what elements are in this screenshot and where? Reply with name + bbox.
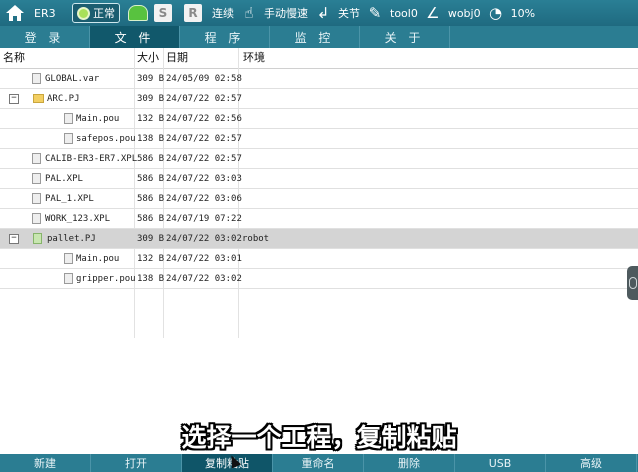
main-tab-bar: 登 录 文 件 程 序 监 控 关 于 [0,26,638,48]
robot-name[interactable]: ER3 [30,0,70,26]
tool-label[interactable]: tool0 [386,0,422,26]
file-size: 138 B [137,134,165,144]
wobj-label[interactable]: wobj0 [444,0,485,26]
usb-button[interactable]: USB [455,454,546,472]
collapse-toggle[interactable]: − [9,94,19,104]
table-row[interactable]: Main.pou 132 B 24/07/22 02:56 [0,109,638,129]
file-name: gripper.pou [76,274,136,284]
file-name: safepos.pou [76,134,136,144]
file-name: Main.pou [76,114,120,124]
file-name: WORK_123.XPL [45,214,111,224]
file-size: 138 B [137,274,165,284]
file-size: 586 B [137,214,165,224]
joint-icon[interactable]: ↲ [312,3,334,23]
table-row[interactable]: gripper.pou 138 B 24/07/22 03:02 [0,269,638,289]
file-icon [32,153,41,164]
handle-grip-icon [629,277,637,289]
file-date: 24/07/22 03:02 [166,274,242,284]
file-icon [64,133,73,144]
file-size: 586 B [137,154,165,164]
status-label: 正常 [93,7,115,20]
file-date: 24/07/19 07:22 [166,214,242,224]
file-name: ARC.PJ [47,94,80,104]
bottom-toolbar: 新建 打开 复制粘贴 重命名 删除 USB 高级 [0,454,638,472]
home-icon[interactable] [0,0,30,26]
file-icon [32,213,41,224]
table-row[interactable]: CALIB-ER3-ER7.XPL 586 B 24/07/22 02:57 [0,149,638,169]
column-header-date[interactable]: 日期 [166,48,188,68]
file-icon [64,273,73,284]
file-env: robot [242,234,270,244]
run-mode[interactable]: 连续 [208,0,238,26]
file-name: pallet.PJ [47,234,96,244]
wrench-icon[interactable]: ✎ [364,3,386,23]
table-row[interactable]: GLOBAL.var 309 B 24/05/09 02:58 [0,69,638,89]
tab-program[interactable]: 程 序 [180,26,270,48]
file-icon [64,253,73,264]
table-row[interactable]: Main.pou 132 B 24/07/22 03:01 [0,249,638,269]
table-row[interactable]: PAL_1.XPL 586 B 24/07/22 03:06 [0,189,638,209]
table-row[interactable]: PAL.XPL 586 B 24/07/22 03:03 [0,169,638,189]
folder-icon [33,94,44,103]
column-header-name[interactable]: 名称 [3,48,25,68]
hand-icon[interactable]: ☝ [238,3,260,23]
table-row-selected[interactable]: − pallet.PJ 309 B 24/07/22 03:02 robot [0,229,638,249]
file-list: 名称 大小 日期 环境 GLOBAL.var 309 B 24/05/09 02… [0,48,638,418]
tab-monitor[interactable]: 监 控 [270,26,360,48]
file-date: 24/07/22 03:06 [166,194,242,204]
file-size: 132 B [137,114,165,124]
r-button[interactable]: R [184,4,202,22]
coord-mode[interactable]: 关节 [334,0,364,26]
file-date: 24/07/22 02:57 [166,134,242,144]
file-icon [32,73,41,84]
file-date: 24/07/22 02:57 [166,94,242,104]
file-name: GLOBAL.var [45,74,100,84]
table-row[interactable]: WORK_123.XPL 586 B 24/07/19 07:22 [0,209,638,229]
file-date: 24/07/22 02:56 [166,114,242,124]
file-size: 309 B [137,74,165,84]
tab-about[interactable]: 关 于 [360,26,450,48]
open-button[interactable]: 打开 [91,454,182,472]
axis-icon[interactable]: ∠ [422,3,444,23]
file-date: 24/07/22 03:01 [166,254,242,264]
file-date: 24/05/09 02:58 [166,74,242,84]
collapse-toggle[interactable]: − [9,234,19,244]
speed-mode[interactable]: 手动慢速 [260,0,312,26]
delete-button[interactable]: 删除 [364,454,455,472]
file-size: 132 B [137,254,165,264]
table-row[interactable]: safepos.pou 138 B 24/07/22 02:57 [0,129,638,149]
advanced-button[interactable]: 高级 [546,454,637,472]
file-icon [64,113,73,124]
file-size: 586 B [137,194,165,204]
file-size: 586 B [137,174,165,184]
project-icon [33,233,42,244]
video-subtitle: 选择一个工程，复制粘贴 [181,423,457,452]
tab-login[interactable]: 登 录 [0,26,90,48]
s-button[interactable]: S [154,4,172,22]
rename-button[interactable]: 重命名 [273,454,364,472]
enable-icon[interactable] [128,5,148,21]
status-indicator[interactable]: 正常 [72,3,120,23]
file-icon [32,173,41,184]
speed-gauge-icon[interactable]: ◔ [485,3,507,23]
file-date: 24/07/22 03:02 [166,234,242,244]
side-panel-handle[interactable] [627,266,638,300]
status-dot-icon [77,6,90,20]
file-name: CALIB-ER3-ER7.XPL [45,154,138,164]
tab-file[interactable]: 文 件 [90,26,180,48]
column-header-size[interactable]: 大小 [137,48,159,68]
column-header-env[interactable]: 环境 [243,48,265,68]
speed-percent[interactable]: 10% [507,0,539,26]
file-date: 24/07/22 02:57 [166,154,242,164]
file-size: 309 B [137,94,165,104]
top-status-bar: ER3 正常 S R 连续 ☝ 手动慢速 ↲ 关节 ✎ tool0 ∠ wobj… [0,0,638,26]
file-icon [32,193,41,204]
file-date: 24/07/22 03:03 [166,174,242,184]
new-button[interactable]: 新建 [0,454,91,472]
table-row[interactable]: − ARC.PJ 309 B 24/07/22 02:57 [0,89,638,109]
file-size: 309 B [137,234,165,244]
file-name: Main.pou [76,254,120,264]
file-name: PAL.XPL [45,174,83,184]
file-name: PAL_1.XPL [45,194,94,204]
